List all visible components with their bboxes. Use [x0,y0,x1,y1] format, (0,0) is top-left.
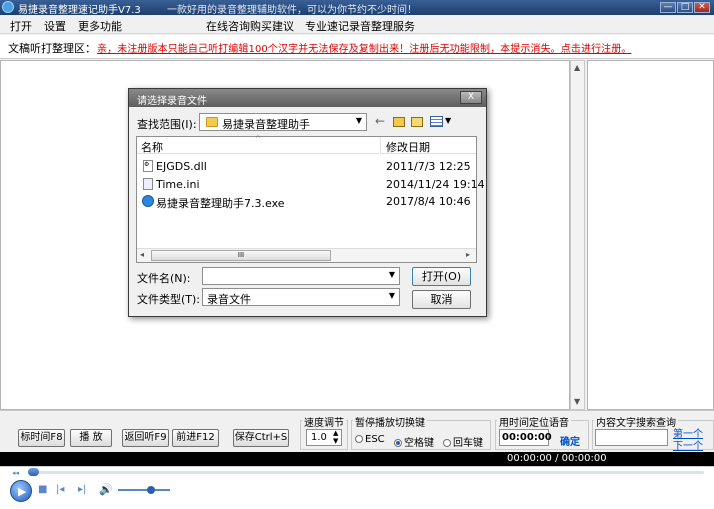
spinner-arrows-icon[interactable]: ▲ ▼ [333,429,338,445]
playback-time: 00:00:00 / 00:00:00 [507,453,607,464]
file-row[interactable]: Time.ini 2014/11/24 19:14 [141,177,485,193]
sort-arrow-icon: ^ [255,135,261,143]
find-next-link[interactable]: 下一个 [673,437,703,452]
folder-icon [206,117,218,127]
lookin-label: 查找范围(I): [137,118,197,131]
filetype-label: 文件类型(T): [137,293,201,306]
pause-radio-space[interactable]: 空格键 [394,434,434,449]
back-arrow-icon[interactable]: ← [375,114,385,128]
open-button[interactable]: 打开(O) [412,267,471,286]
side-panel [587,60,714,410]
notice-row: 文稿听打整理区： 亲，未注册版本只能自己听打编辑100个汉字并无法保存及复制出来… [0,35,714,59]
up-folder-icon[interactable] [393,117,405,127]
view-menu-chevron-icon[interactable]: ▼ [445,116,451,125]
dialog-title-bar: 请选择录音文件 X [129,89,486,107]
time-display-bar: 00:00:00 / 00:00:00 [0,452,714,466]
volume-slider[interactable] [118,486,170,494]
speed-label: 速度调节 [302,414,346,429]
seek-back-icon[interactable]: ◂◂ [12,469,19,477]
close-button[interactable]: ✕ [694,2,710,13]
maximize-button[interactable]: □ [677,2,693,13]
pause-key-label: 暂停播放切换键 [353,414,427,429]
search-label: 内容文字搜索查询 [594,414,678,429]
file-list-hscrollbar[interactable]: ◂ III ▸ [137,248,476,262]
seek-thumb[interactable] [28,468,39,476]
menu-online-consult[interactable]: 在线咨询购买建议 [206,18,294,34]
filename-input[interactable]: ▼ [202,267,400,285]
work-area-label: 文稿听打整理区： [8,42,96,55]
column-header-name[interactable]: 名称 ^ [137,135,379,154]
menu-open[interactable]: 打开 [10,18,32,34]
back-listen-button[interactable]: 返回听F9 [122,429,169,447]
filetype-select[interactable]: 录音文件 ▼ [202,288,400,306]
open-file-dialog: 请选择录音文件 X 查找范围(I): 易捷录音整理助手 ▼ ← ▼ 名称 ^ 修… [128,88,487,317]
volume-thumb[interactable] [147,486,155,494]
forward-button[interactable]: 前进F12 [172,429,219,447]
pause-radio-enter[interactable]: 回车键 [443,434,483,449]
scroll-left-icon[interactable]: ◂ [140,250,144,259]
time-locate-label: 用时间定位语音 [497,414,571,429]
dialog-close-button[interactable]: X [460,91,482,104]
new-folder-icon[interactable] [411,117,423,127]
chevron-down-icon: ▼ [355,116,362,125]
pause-radio-esc[interactable]: ESC [355,434,385,445]
ini-file-icon [143,178,153,190]
stop-icon[interactable]: ■ [38,484,47,495]
scroll-down-icon[interactable]: ▼ [574,397,580,406]
media-player: ◂◂ ▶ ■ |◂ ▸| 🔊 [0,466,714,509]
control-bar: 标时间F8 播 放 返回听F9 前进F12 保存Ctrl+S 速度调节 1.0 … [0,410,714,452]
menu-pro-service[interactable]: 专业速记录音整理服务 [305,18,415,34]
file-list[interactable]: 名称 ^ 修改日期 ⚙ EJGDS.dll 2011/7/3 12:25 Tim… [136,135,485,263]
window-subtitle: 一款好用的录音整理辅助软件，可以为你节约不少时间！ [167,5,417,16]
save-button[interactable]: 保存Ctrl+S [233,429,289,447]
menu-settings[interactable]: 设置 [44,18,66,34]
lookin-value: 易捷录音整理助手 [222,118,310,131]
app-icon [2,1,14,13]
next-icon[interactable]: ▸| [78,484,86,495]
view-menu-icon[interactable] [430,116,443,127]
scroll-up-icon[interactable]: ▲ [574,63,580,72]
locate-confirm-button[interactable]: 确定 [560,433,580,448]
window-title-bar: 易捷录音整理速记助手V7.3 一款好用的录音整理辅助软件，可以为你节约不少时间！… [0,0,714,16]
seek-bar[interactable] [28,468,704,476]
volume-icon[interactable]: 🔊 [99,483,113,496]
speed-spinner[interactable]: 1.0 ▲ ▼ [306,429,342,446]
minimize-button[interactable]: — [660,2,676,13]
register-notice-link[interactable]: 亲，未注册版本只能自己听打编辑100个汉字并无法保存及复制出来！注册后无功能限制… [97,40,632,55]
chevron-down-icon: ▼ [388,270,395,279]
menu-more-features[interactable]: 更多功能 [78,18,122,34]
cancel-button[interactable]: 取消 [412,290,471,309]
previous-icon[interactable]: |◂ [56,484,64,495]
filename-label: 文件名(N): [137,272,191,285]
time-locate-input[interactable]: 00:00:00 [499,429,552,446]
column-header-modified[interactable]: 修改日期 [380,137,476,154]
dll-file-icon: ⚙ [143,160,153,172]
search-input[interactable] [595,429,668,446]
file-row[interactable]: ⚙ EJGDS.dll 2011/7/3 12:25 [141,159,475,175]
play-pause-button[interactable]: ▶ [10,480,32,502]
mark-time-button[interactable]: 标时间F8 [18,429,65,447]
editor-scrollbar[interactable]: ▲ ▼ [570,60,585,410]
play-button[interactable]: 播 放 [70,429,112,447]
app-exe-icon [142,195,154,207]
window-title: 易捷录音整理速记助手V7.3 [18,5,141,16]
menu-bar: 打开 设置 更多功能 在线咨询购买建议 专业速记录音整理服务 [0,15,714,34]
file-row[interactable]: 易捷录音整理助手7.3.exe 2017/8/4 10:46 [141,194,475,210]
scroll-right-icon[interactable]: ▸ [466,250,470,259]
dialog-title: 请选择录音文件 [137,96,207,107]
lookin-dropdown[interactable]: 易捷录音整理助手 ▼ [199,113,367,131]
chevron-down-icon: ▼ [388,291,395,300]
play-icon: ▶ [18,485,27,498]
hscroll-thumb[interactable]: III [151,250,331,261]
